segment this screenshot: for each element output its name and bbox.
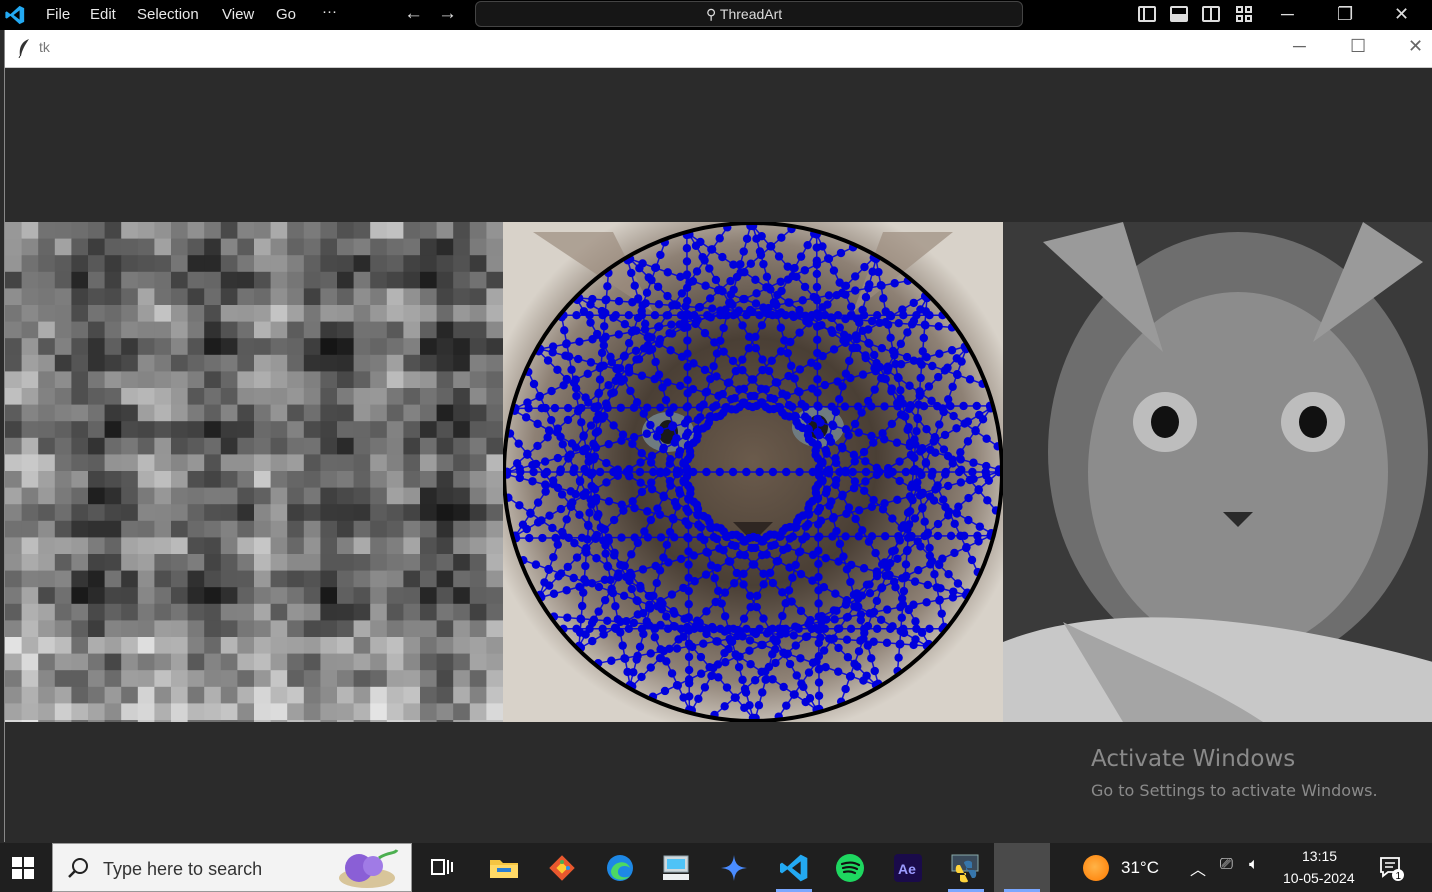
thread-art-canvas xyxy=(503,222,1003,722)
after-effects-icon: Ae xyxy=(894,853,922,882)
search-icon xyxy=(68,858,88,878)
menu-more[interactable]: ··· xyxy=(322,3,337,20)
pixelated-cat-image xyxy=(5,222,503,722)
forward-arrow-icon[interactable]: → xyxy=(438,3,457,25)
keyboard-icon xyxy=(663,855,689,880)
tk-title-bar: tk ─ ☐ ✕ xyxy=(5,30,1432,68)
tk-close-icon[interactable]: ✕ xyxy=(1408,36,1423,57)
python-button[interactable] xyxy=(938,843,994,892)
file-explorer-button[interactable] xyxy=(476,843,532,892)
notification-center-icon[interactable]: 1 xyxy=(1378,855,1404,882)
vscode-taskbar-button[interactable] xyxy=(766,843,822,892)
git-icon xyxy=(549,854,575,881)
spotify-button[interactable] xyxy=(822,843,878,892)
command-center-label: ThreadArt xyxy=(719,6,783,22)
edge-icon xyxy=(607,854,633,881)
clock-time[interactable]: 13:15 xyxy=(1302,848,1337,864)
spotify-icon xyxy=(836,853,864,882)
toggle-secondary-sidebar-icon[interactable] xyxy=(1202,6,1220,22)
image-strip xyxy=(5,222,1432,722)
edge-button[interactable] xyxy=(592,843,648,892)
python-icon xyxy=(951,854,979,882)
clock-date[interactable]: 10-05-2024 xyxy=(1283,870,1355,886)
vscode-logo-icon[interactable] xyxy=(4,4,26,26)
restore-icon[interactable]: ❐ xyxy=(1337,4,1353,25)
keyboard-app-button[interactable] xyxy=(648,843,704,892)
back-arrow-icon[interactable]: ← xyxy=(404,3,423,25)
tk-maximize-icon[interactable]: ☐ xyxy=(1350,36,1366,57)
tk-minimize-icon[interactable]: ─ xyxy=(1293,36,1306,57)
close-icon[interactable]: ✕ xyxy=(1394,4,1409,25)
taskbar: Type here to search Ae 31°C ︿ ⎚ 🔈︎ 13:15… xyxy=(0,843,1432,892)
tk-window-taskbar-button[interactable] xyxy=(994,843,1050,892)
activate-windows-subtitle: Go to Settings to activate Windows. xyxy=(1091,781,1378,800)
menu-view[interactable]: View xyxy=(222,6,254,23)
command-center[interactable]: ⚲ ThreadArt xyxy=(475,1,1023,27)
vscode-title-bar: File Edit Selection View Go ··· ← → ⚲ Th… xyxy=(0,0,1432,30)
weather-temperature[interactable]: 31°C xyxy=(1121,858,1159,878)
taskbar-search-box[interactable]: Type here to search xyxy=(52,843,412,892)
after-effects-button[interactable]: Ae xyxy=(880,843,936,892)
volume-icon[interactable]: 🔈︎ xyxy=(1249,856,1259,874)
sparkle-icon xyxy=(721,854,747,881)
folder-icon xyxy=(490,859,518,878)
grayscale-cat-image xyxy=(1003,222,1432,722)
meet-now-icon[interactable]: ⎚ xyxy=(1220,856,1233,874)
search-placeholder: Type here to search xyxy=(103,859,263,879)
windows-logo-icon xyxy=(12,857,34,879)
search-icon: ⚲ xyxy=(706,6,717,22)
weather-sun-icon[interactable] xyxy=(1083,855,1109,881)
git-button[interactable] xyxy=(534,843,590,892)
start-button[interactable] xyxy=(0,843,50,892)
task-view-icon xyxy=(431,858,453,875)
feather-icon xyxy=(18,39,29,58)
toggle-primary-sidebar-icon[interactable] xyxy=(1138,6,1156,22)
activate-windows-title: Activate Windows xyxy=(1091,746,1296,772)
task-view-button[interactable] xyxy=(414,843,470,892)
toggle-panel-icon[interactable] xyxy=(1170,6,1188,22)
window-title: tk xyxy=(39,39,50,55)
show-hidden-icons-icon[interactable]: ︿ xyxy=(1190,856,1206,880)
menu-file[interactable]: File xyxy=(46,6,70,23)
svg-text:Ae: Ae xyxy=(898,861,916,877)
copilot-button[interactable] xyxy=(706,843,762,892)
minimize-icon[interactable]: ─ xyxy=(1281,4,1294,25)
menu-go[interactable]: Go xyxy=(276,6,296,23)
vscode-icon xyxy=(780,854,808,881)
notification-count: 1 xyxy=(1396,871,1402,881)
tk-window: tk ─ ☐ ✕ Activate Windows Go to Settings… xyxy=(4,30,1432,842)
customize-layout-icon[interactable] xyxy=(1236,6,1254,22)
search-highlight-icon xyxy=(339,849,399,888)
menu-edit[interactable]: Edit xyxy=(90,6,116,23)
menu-selection[interactable]: Selection xyxy=(137,6,199,23)
